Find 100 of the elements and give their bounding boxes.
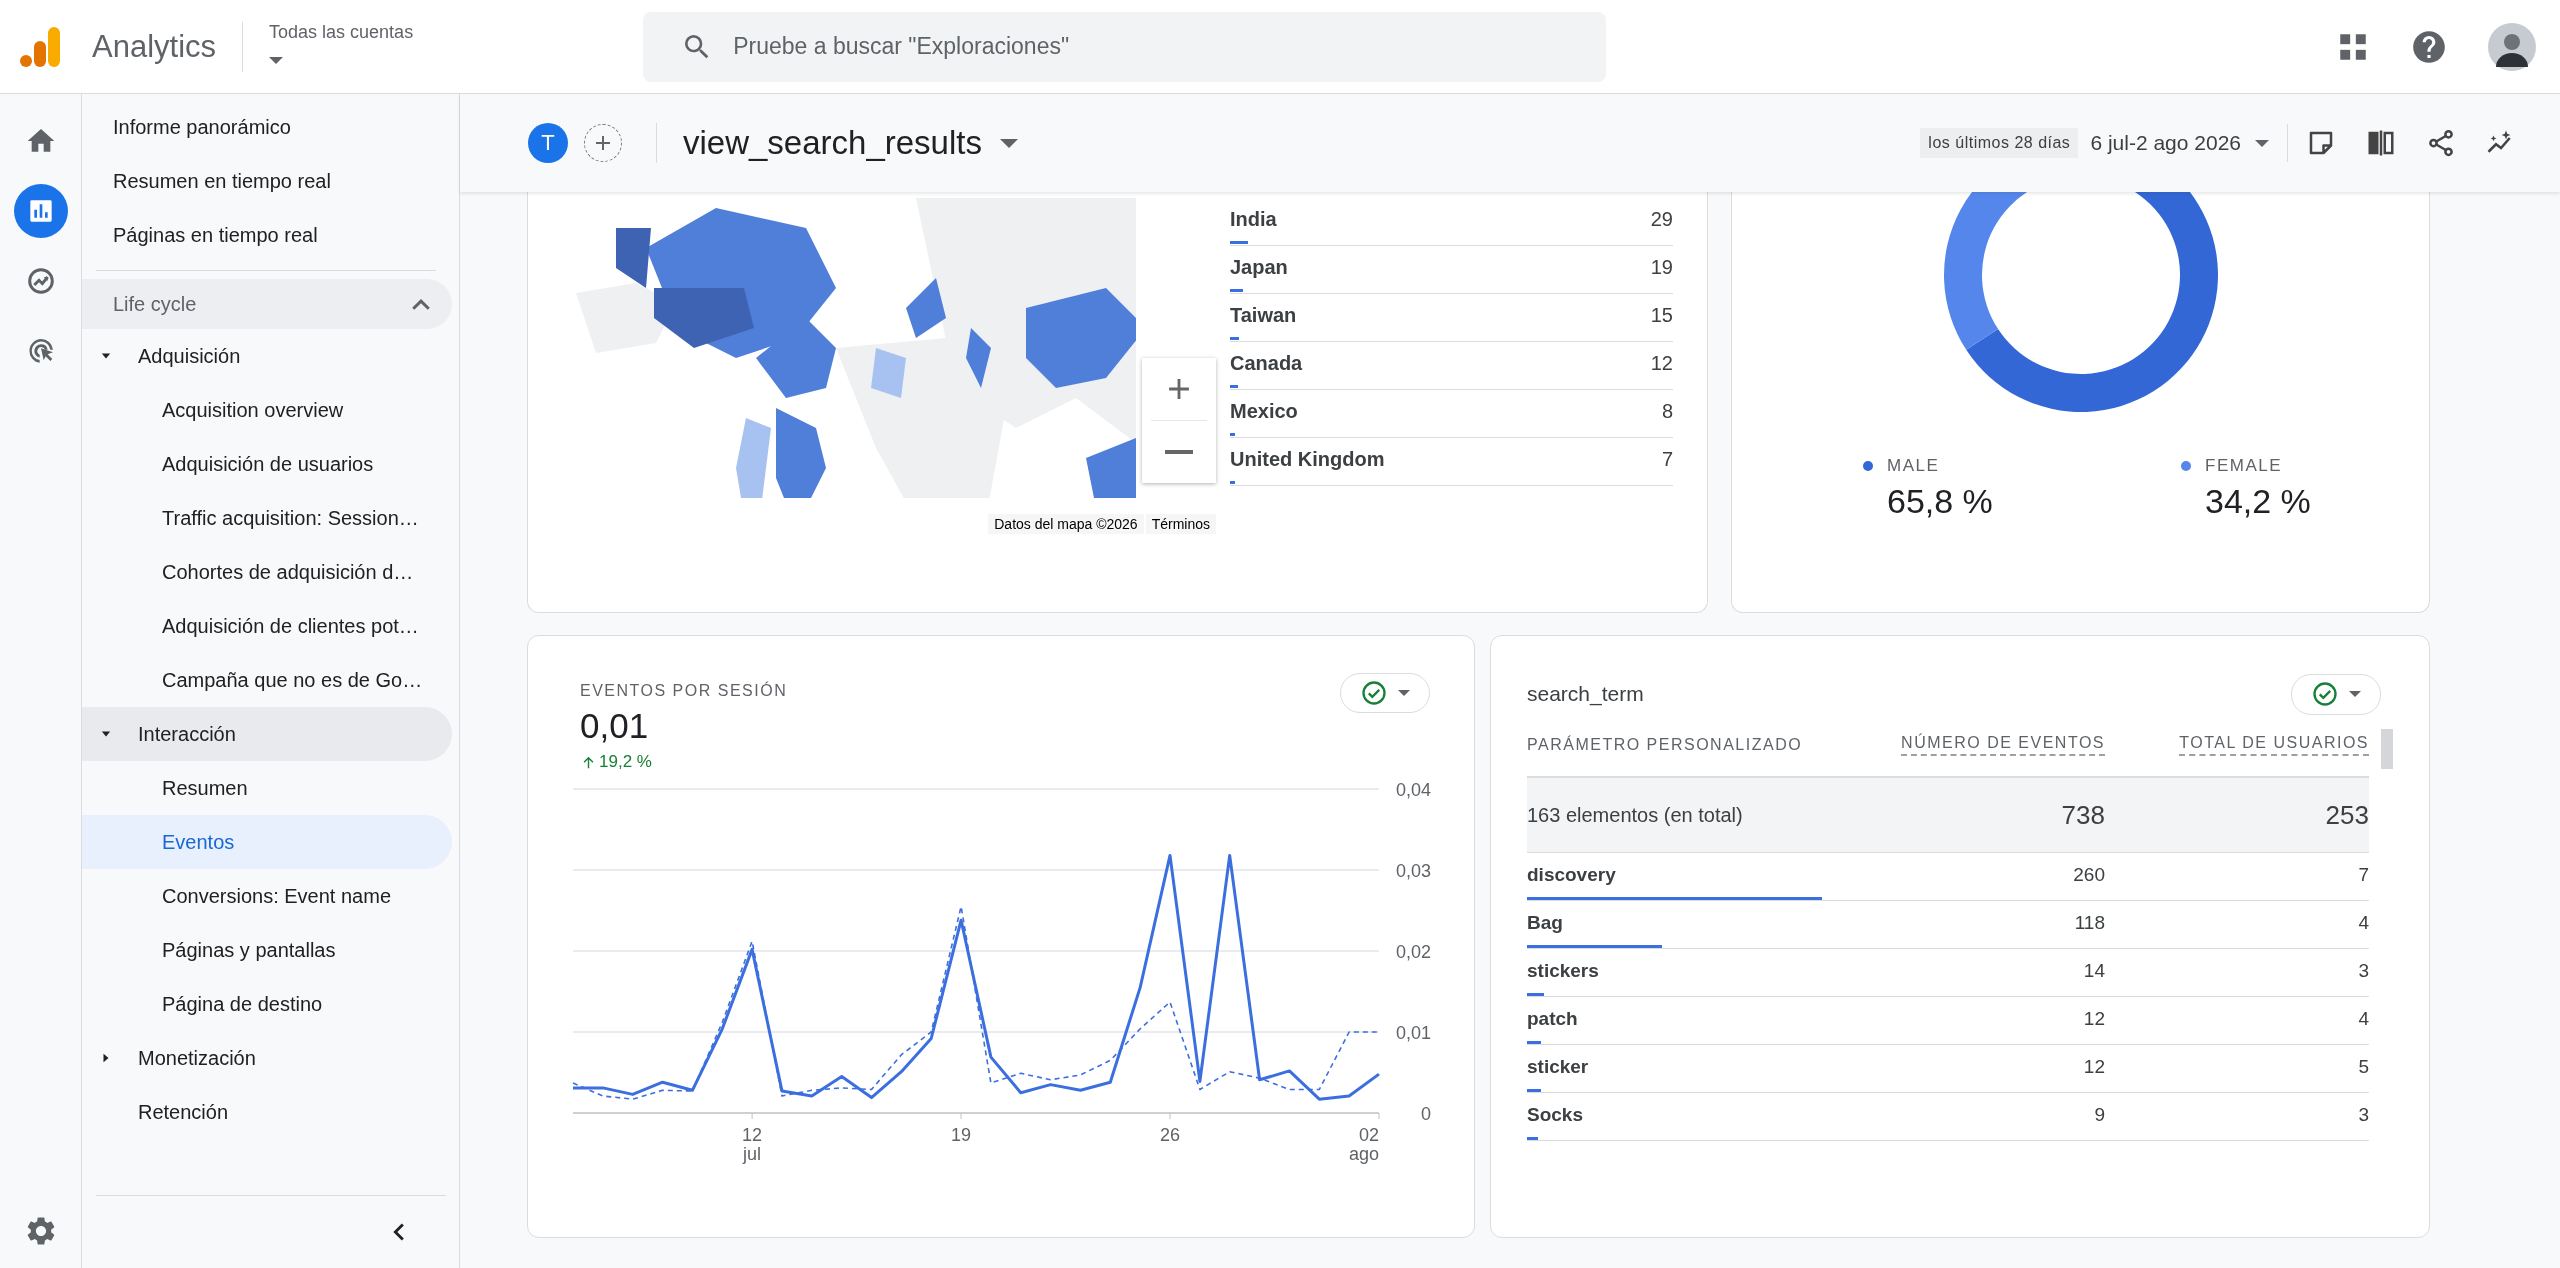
total-value: 738 [2061,799,2105,831]
search-term: patch [1527,1007,1579,1030]
country-count: 29 [1650,208,1673,231]
compare-icon[interactable] [2366,128,2396,158]
y-axis-label: 0,04 [1395,780,1431,800]
caret-icon [2349,691,2361,697]
legend-value: 65,8 % [1887,482,1994,521]
account-selector[interactable]: Todas las cuentas [269,21,414,64]
country-count: 15 [1650,304,1673,327]
nav-item[interactable]: Campaña que no es de Go… [82,653,452,707]
legend-label: MALE [1887,456,1941,476]
event-count: 12 [2083,1007,2105,1030]
nav-item[interactable]: Resumen en tiempo real [82,154,452,208]
search-field[interactable]: Pruebe a buscar "Exploraciones" [731,32,1607,61]
country-count: 12 [1650,352,1673,375]
y-axis-label: 0 [1421,1104,1431,1124]
segment-avatar[interactable]: T [528,123,568,163]
nav-item[interactable]: Retención [82,1085,452,1139]
y-axis-label: 0,02 [1395,942,1431,962]
search-term: sticker [1527,1055,1590,1078]
total-label: 163 elementos (en total) [1527,803,1744,827]
minus-icon [1165,450,1193,454]
caret-icon [2255,139,2269,147]
nav-item[interactable]: Informe panorámico [82,100,452,154]
country-count: 19 [1650,256,1673,279]
event-count: 14 [2083,959,2105,982]
share-icon[interactable] [2426,128,2456,158]
nav-item[interactable]: Eventos [82,815,452,869]
check-circle-icon [2311,680,2339,708]
user-count: 5 [2358,1055,2369,1078]
event-count: 12 [2083,1055,2105,1078]
card-title: search_term [1527,682,1644,706]
caret-icon [269,56,284,64]
x-axis-label: 12 [742,1125,763,1145]
column-header[interactable]: NÚMERO DE EVENTOS [1901,734,2105,756]
country-name: Canada [1230,352,1304,375]
month-label: jul [743,1144,762,1164]
metric-title: EVENTOS POR SESIÓN [580,682,788,700]
country-name: Japan [1230,256,1289,279]
user-count: 3 [2358,959,2369,982]
user-count: 4 [2358,911,2369,934]
search-term: Bag [1527,911,1564,934]
search-term: Socks [1527,1103,1584,1126]
nav-item[interactable]: Resumen [82,761,452,815]
user-count: 3 [2358,1103,2369,1126]
nav-item[interactable]: Monetización [82,1031,452,1085]
card-options-button[interactable] [2291,673,2381,715]
legend-value: 34,2 % [2205,482,2311,521]
date-preset-label: los últimos 28 días [1920,128,2079,158]
logo-icon [18,24,62,69]
date-range-picker[interactable]: 6 jul-2 ago 2026 [2090,131,2269,155]
total-value: 253 [2325,799,2369,831]
nav-item[interactable]: Página de destino [82,977,452,1031]
event-count: 9 [2094,1103,2105,1126]
column-header[interactable]: TOTAL DE USUARIOS [2179,734,2369,756]
report-title-dropdown[interactable]: view_search_results [683,124,1018,162]
user-count: 4 [2358,1007,2369,1030]
event-count: 118 [2074,911,2105,934]
section-header[interactable]: Life cycle [82,279,452,329]
user-count: 7 [2358,863,2369,886]
x-axis-label: 26 [1160,1125,1181,1145]
nav-rail-button[interactable] [13,184,68,238]
nav-item[interactable]: Páginas en tiempo real [82,208,452,262]
y-axis-label: 0,03 [1395,861,1431,881]
country-count: 7 [1661,448,1673,471]
event-count: 260 [2073,863,2105,886]
search-bar[interactable]: Pruebe a buscar "Exploraciones" [643,11,1607,82]
nav-item[interactable]: Interacción [82,707,452,761]
x-axis-label: 19 [951,1125,972,1145]
nav-item[interactable]: Acquisition overview [82,383,452,437]
nav-item[interactable]: Adquisición de clientes pot… [82,599,452,653]
nav-item[interactable]: Conversions: Event name [82,869,452,923]
card-options-button[interactable] [1340,673,1430,713]
column-header: PARÁMETRO PERSONALIZADO [1527,736,1803,754]
map-attribution: Datos del mapa ©2026 [988,514,1144,534]
country-name: Mexico [1230,400,1299,423]
caret-icon [999,138,1018,148]
metric-value: 0,01 [580,706,650,746]
scrollbar-thumb[interactable] [2381,729,2393,769]
zoom-out-button[interactable] [1142,421,1216,483]
country-name: United Kingdom [1230,448,1386,471]
x-axis-label: 02 [1358,1125,1379,1145]
search-term: discovery [1527,863,1617,886]
country-name: Taiwan [1230,304,1298,327]
terms-link[interactable]: Términos [1145,514,1216,534]
legend-label: FEMALE [2205,456,2284,476]
caret-icon [1398,690,1410,696]
nav-item[interactable]: Páginas y pantallas [82,923,452,977]
nav-item[interactable]: Adquisición de usuarios [82,437,452,491]
country-name: India [1230,208,1278,231]
check-circle-icon [1360,679,1388,707]
product-name: Analytics [92,28,217,65]
nav-item[interactable]: Adquisición [82,329,452,383]
nav-item[interactable]: Cohortes de adquisición d… [82,545,452,599]
nav-item[interactable]: Traffic acquisition: Session… [82,491,452,545]
search-term: stickers [1527,959,1600,982]
avatar-icon[interactable] [2488,22,2536,71]
y-axis-label: 0,01 [1395,1023,1431,1043]
metric-change: 19,2 % [580,752,788,772]
country-count: 8 [1661,400,1673,423]
